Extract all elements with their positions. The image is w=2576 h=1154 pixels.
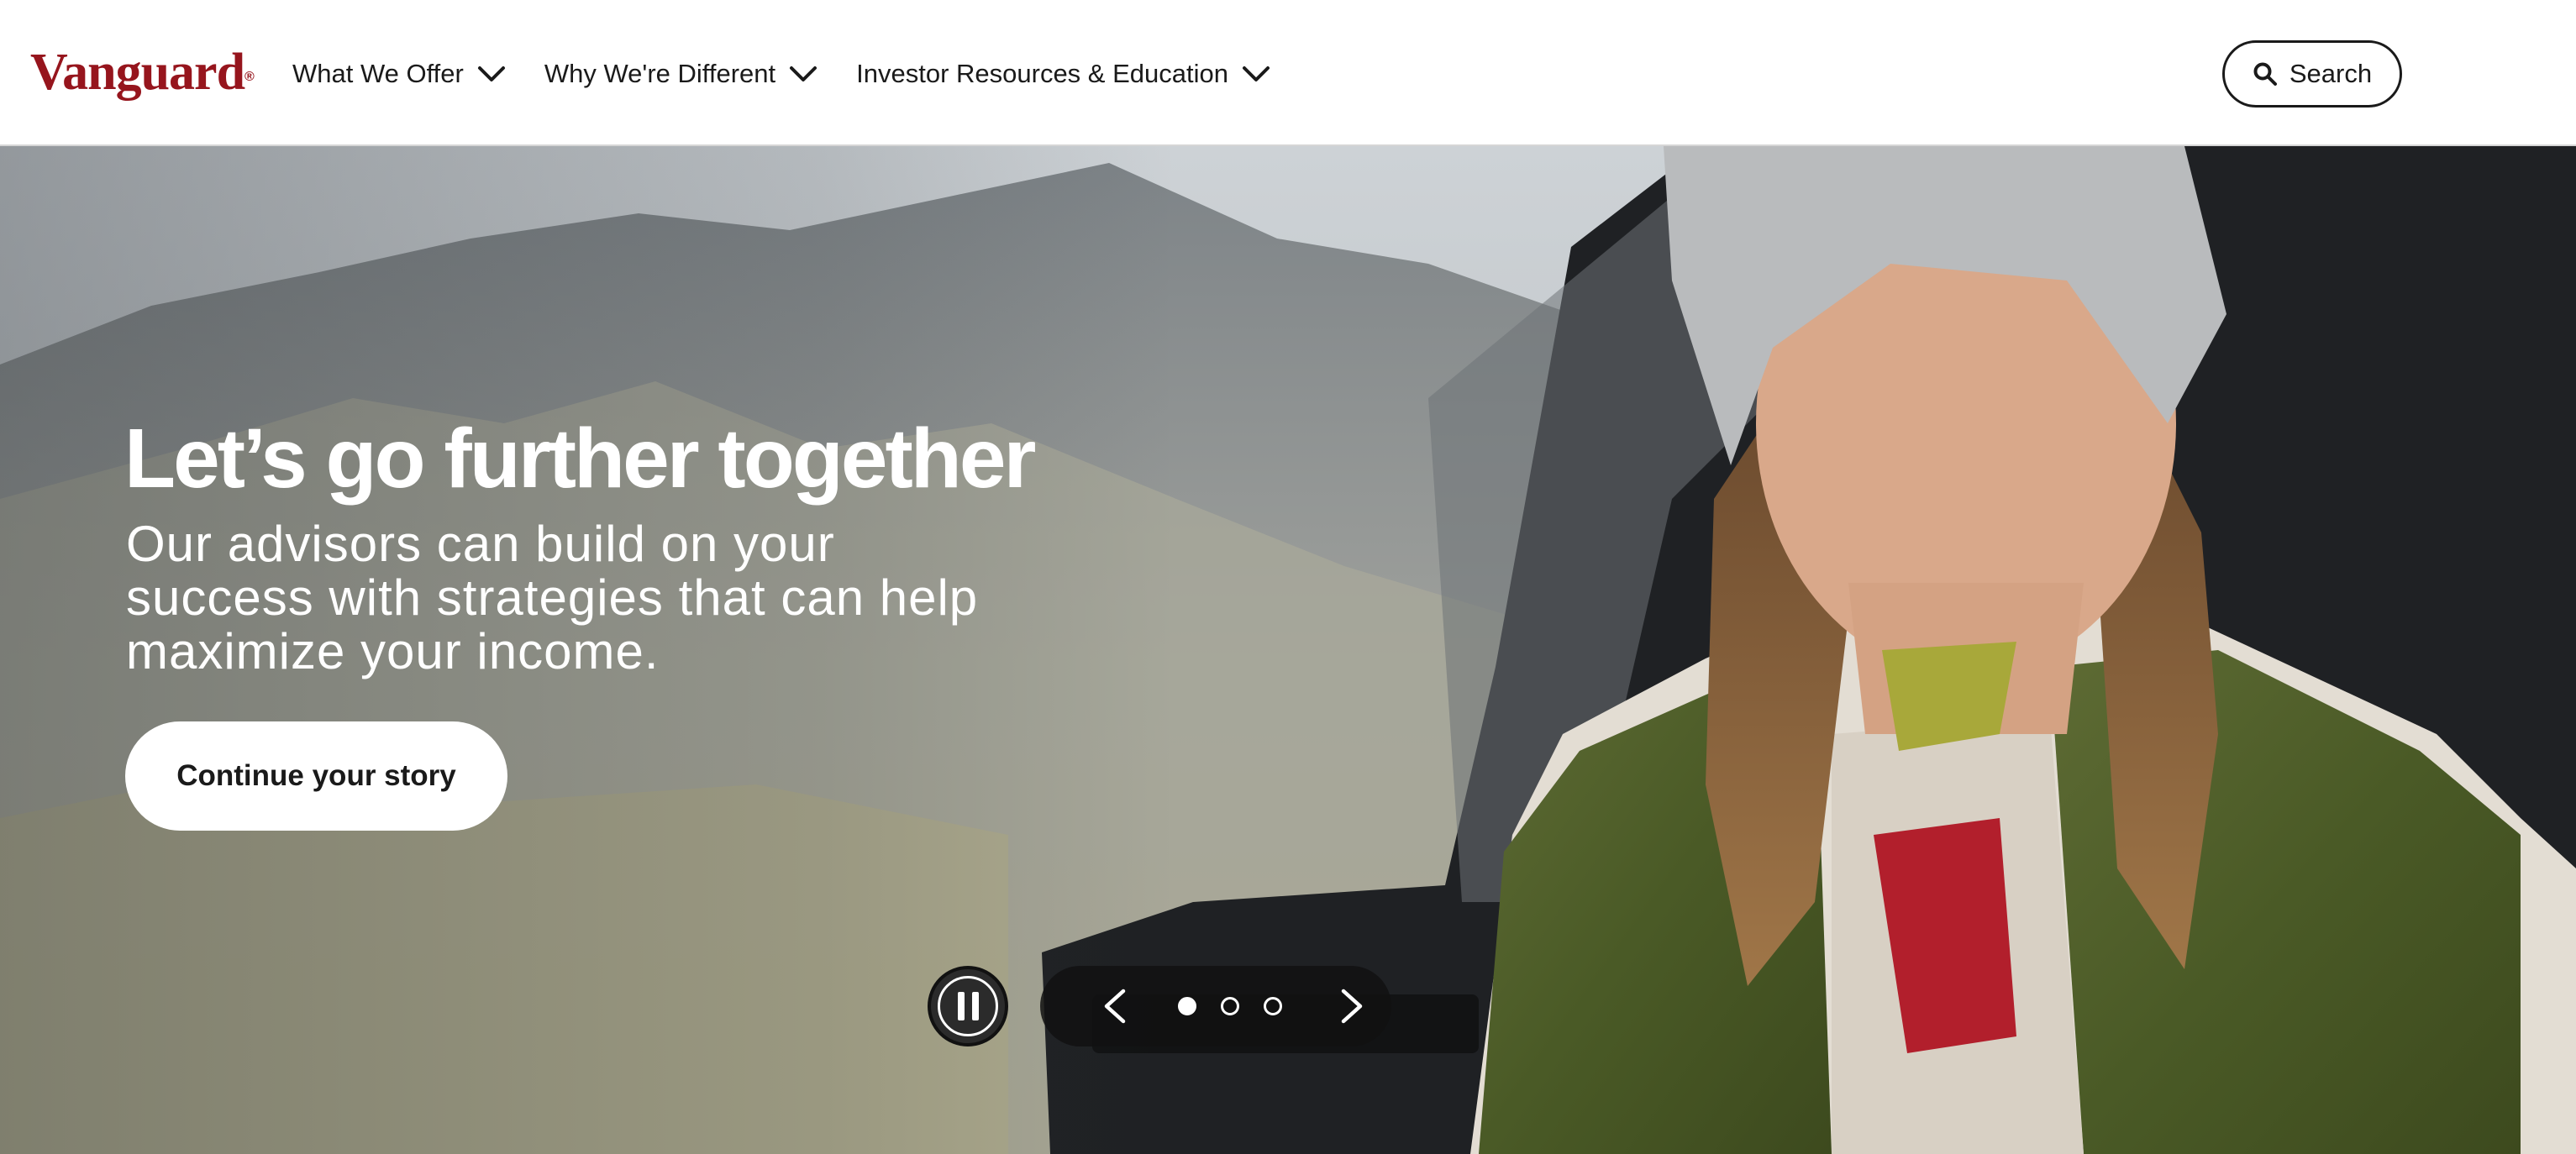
continue-your-story-button[interactable]: Continue your story (125, 721, 507, 831)
logo-text: Vanguard (30, 44, 245, 101)
carousel-dots (1178, 997, 1282, 1015)
vanguard-logo[interactable]: Vanguard® (30, 39, 255, 106)
main-nav: What We Offer Why We're Different Invest… (292, 49, 1309, 99)
carousel-controls (1040, 966, 1391, 1046)
hero-subtitle: Our advisors can build on your success w… (126, 516, 979, 679)
registered-mark: ® (244, 70, 255, 84)
carousel-dot-2[interactable] (1221, 997, 1239, 1015)
nav-what-we-offer[interactable]: What We Offer (292, 59, 506, 89)
carousel-pause-button[interactable] (928, 966, 1008, 1046)
nav-why-were-different[interactable]: Why We're Different (544, 59, 817, 89)
nav-item-label: Investor Resources & Education (856, 59, 1228, 88)
chevron-right-icon (1341, 989, 1363, 1024)
site-header: Vanguard® What We Offer Why We're Differ… (0, 0, 2576, 146)
search-label: Search (2289, 59, 2373, 88)
nav-investor-resources[interactable]: Investor Resources & Education (856, 59, 1270, 89)
chevron-left-icon (1104, 989, 1126, 1024)
hero-title: Let’s go further together (124, 412, 1036, 506)
search-button[interactable]: Search (2222, 40, 2402, 108)
carousel-dot-3[interactable] (1264, 997, 1282, 1015)
chevron-down-icon (1242, 66, 1270, 81)
hero-banner: Let’s go further together Our advisors c… (0, 146, 2576, 1154)
carousel-next-button[interactable] (1319, 966, 1386, 1046)
carousel-prev-button[interactable] (1080, 966, 1148, 1046)
nav-item-label: Why We're Different (544, 59, 776, 88)
pause-icon (938, 976, 998, 1036)
chevron-down-icon (790, 66, 817, 81)
chevron-down-icon (477, 66, 505, 81)
nav-item-label: What We Offer (292, 59, 464, 88)
search-icon (2253, 62, 2277, 86)
carousel-dot-1[interactable] (1178, 997, 1196, 1015)
